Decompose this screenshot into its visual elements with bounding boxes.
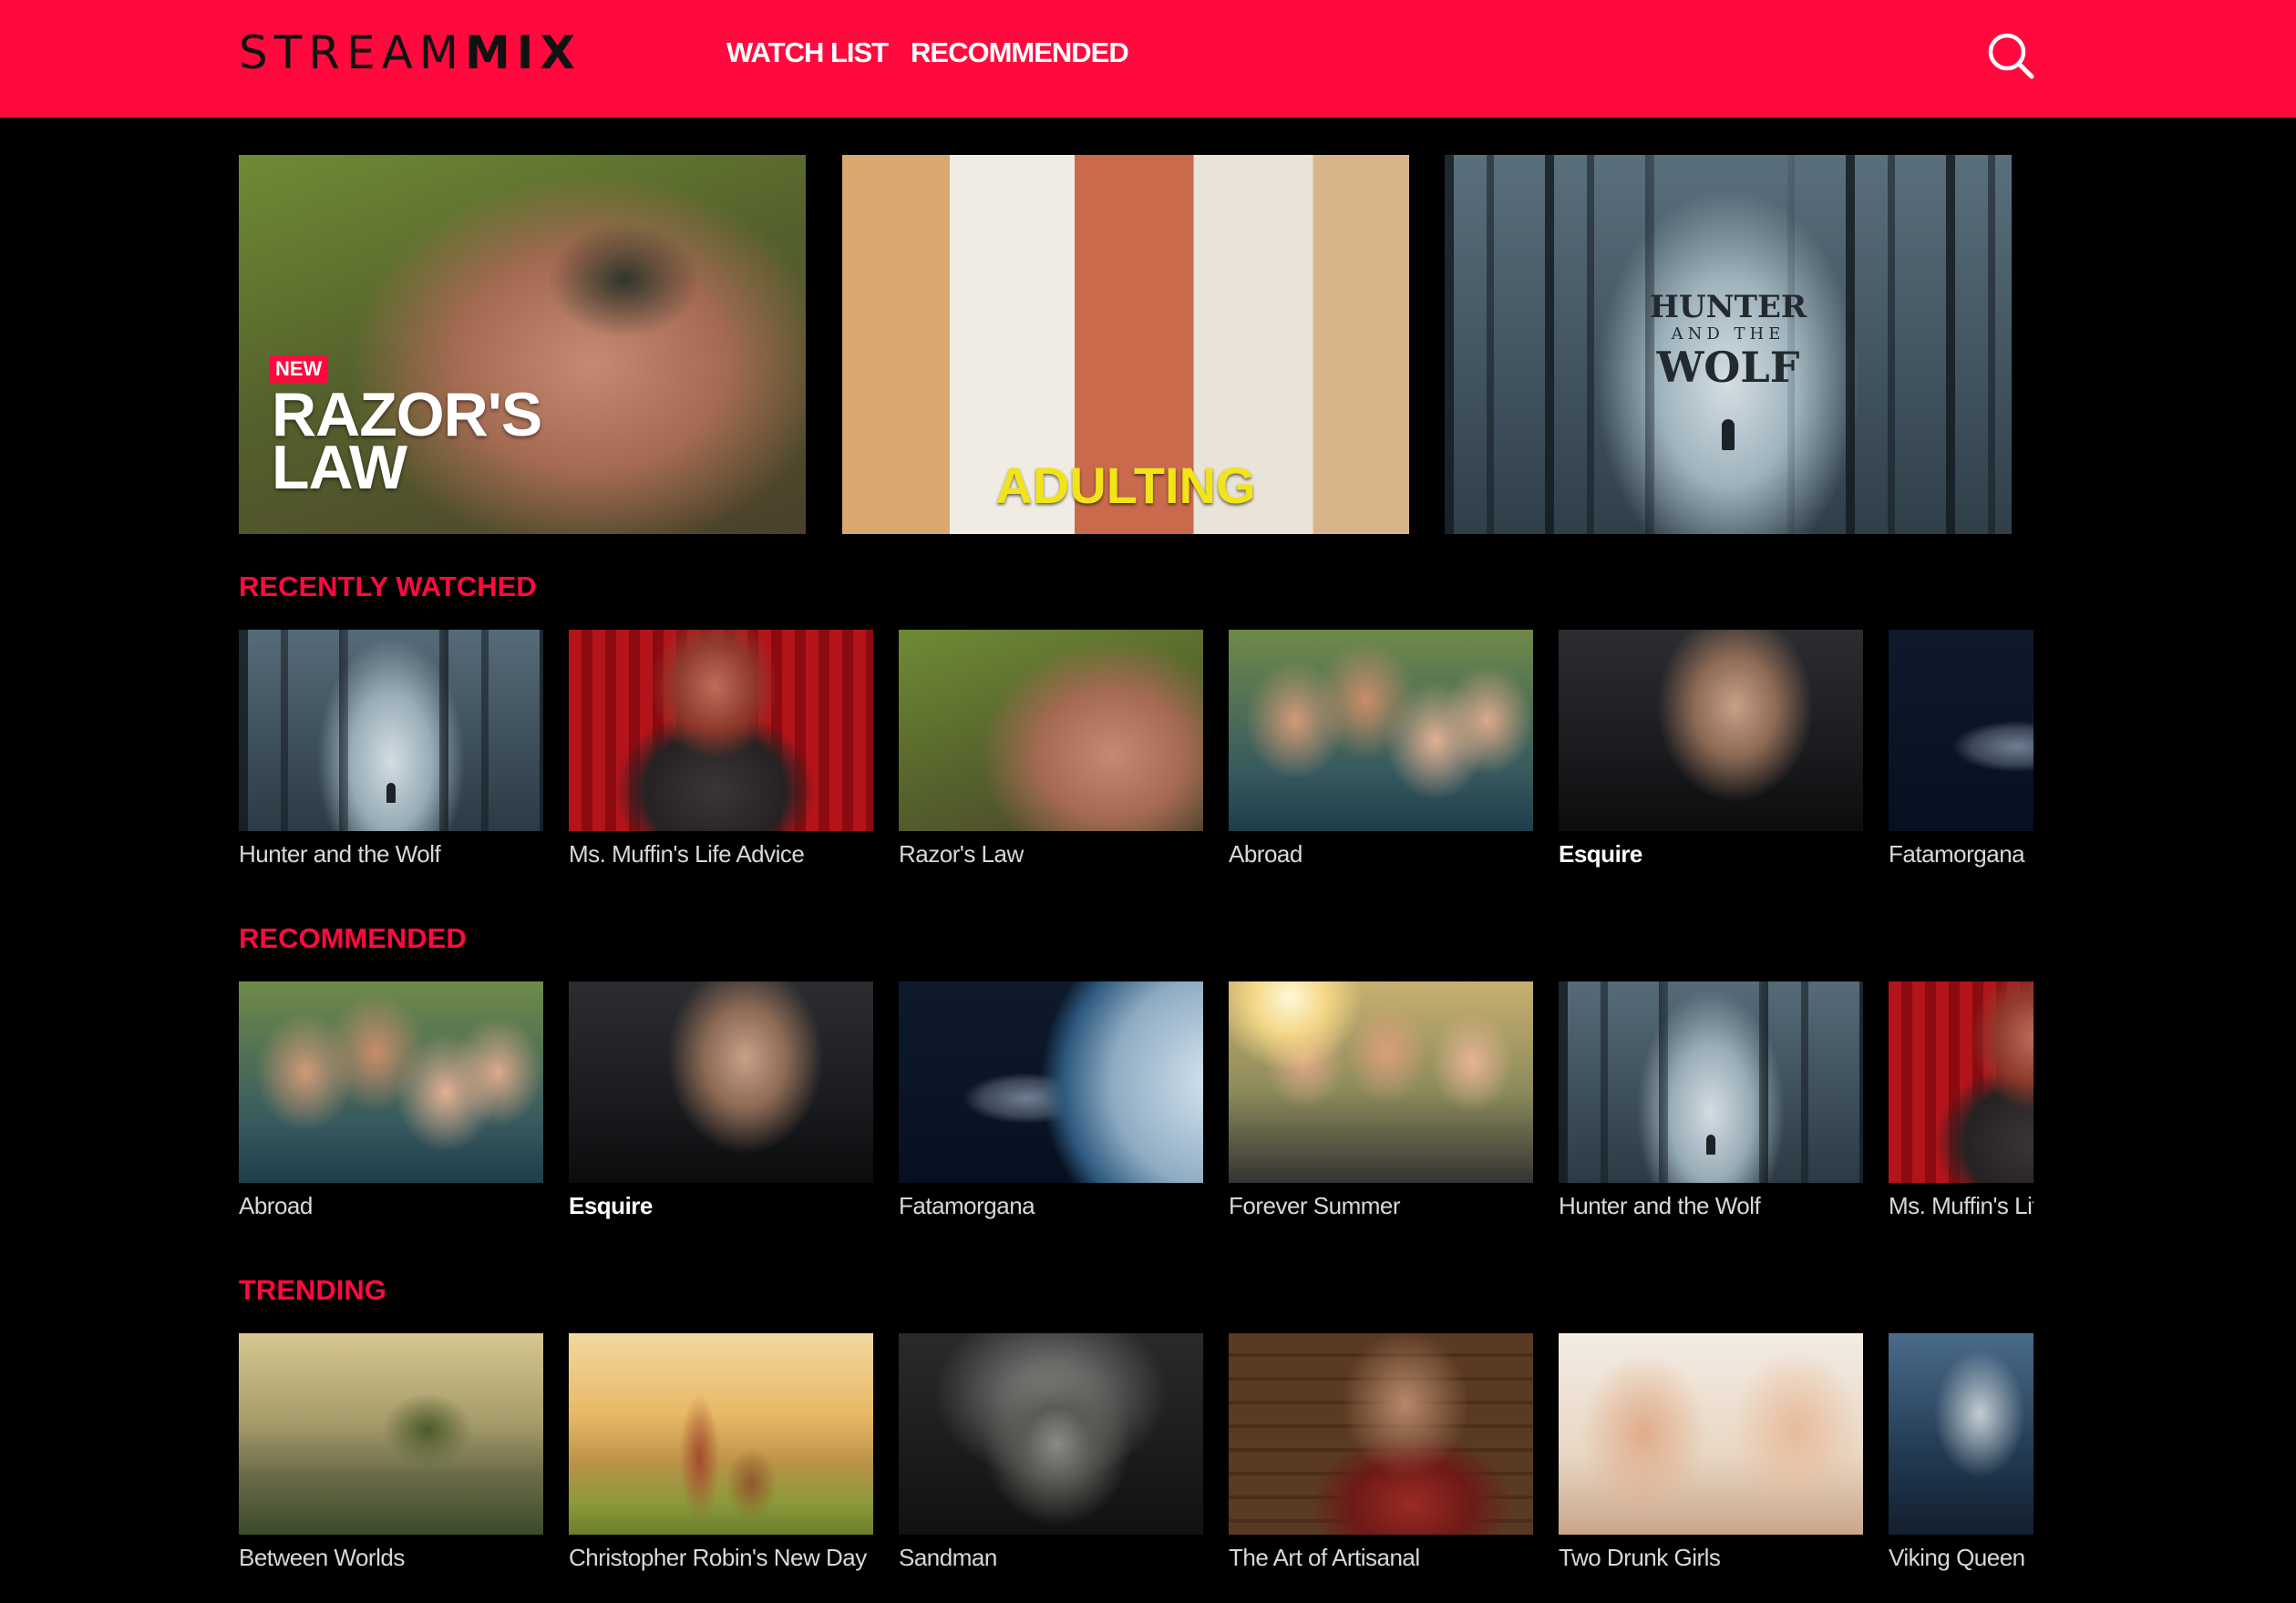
hero-title-line: WOLF: [1656, 343, 1800, 392]
title-card-label: The Art of Artisanal: [1229, 1544, 1420, 1571]
walking-figure: [1722, 419, 1735, 451]
title-card[interactable]: Hunter and the Wolf: [1559, 981, 1863, 1237]
hero-title-line: AND THE: [1671, 324, 1786, 344]
title-thumbnail: [1889, 630, 2033, 831]
title-thumbnail: [1559, 981, 1863, 1183]
title-thumbnail: [1229, 1333, 1533, 1535]
title-card[interactable]: Ms. Muffin's Life: [1889, 981, 2033, 1237]
logo-text-bold: MIX: [464, 26, 582, 79]
title-card-label: Hunter and the Wolf: [1559, 1192, 1761, 1219]
title-card-label: Esquire: [569, 1192, 653, 1219]
title-card-label: Fatamorgana: [899, 1192, 1035, 1219]
title-card[interactable]: Abroad: [1229, 630, 1533, 885]
title-thumbnail: [569, 1333, 873, 1535]
title-card-label: Forever Summer: [1229, 1192, 1401, 1219]
title-card-label: Abroad: [239, 1192, 313, 1219]
title-card[interactable]: Hunter and the Wolf: [239, 630, 543, 885]
title-card-label: Between Worlds: [239, 1544, 405, 1571]
title-thumbnail: [1889, 981, 2033, 1183]
title-thumbnail: [899, 981, 1203, 1183]
title-card[interactable]: Fatamorgana: [1889, 630, 2033, 885]
title-card-label: Razor's Law: [899, 840, 1024, 868]
title-card[interactable]: Viking Queen: [1889, 1333, 2033, 1588]
title-card[interactable]: Esquire: [569, 981, 873, 1237]
title-thumbnail: [1889, 1333, 2033, 1535]
title-card[interactable]: Christopher Robin's New Day: [569, 1333, 873, 1588]
top-navigation-bar: STREAM MIX WATCH LIST RECOMMENDED: [0, 0, 2296, 118]
streammix-logo[interactable]: STREAM MIX: [239, 26, 582, 80]
title-card[interactable]: Fatamorgana: [899, 981, 1203, 1237]
section-title-trending: TRENDING: [239, 1274, 386, 1306]
title-thumbnail: [1229, 630, 1533, 831]
nav-watch-list[interactable]: WATCH LIST: [726, 35, 889, 71]
title-card-label: Viking Queen: [1889, 1544, 2025, 1571]
hero-banner-razors-law[interactable]: NEW RAZOR'S LAW: [239, 155, 806, 534]
nav-recommended[interactable]: RECOMMENDED: [911, 35, 1129, 71]
title-card[interactable]: Razor's Law: [899, 630, 1203, 885]
title-thumbnail: [239, 630, 543, 831]
title-thumbnail: [239, 1333, 543, 1535]
title-card[interactable]: Two Drunk Girls: [1559, 1333, 1863, 1588]
section-title-recently-watched: RECENTLY WATCHED: [239, 570, 537, 602]
title-thumbnail: [1559, 630, 1863, 831]
title-thumbnail: [1229, 981, 1533, 1183]
title-thumbnail: [569, 981, 873, 1183]
title-card-label: Esquire: [1559, 840, 1642, 868]
hero-title: RAZOR'S LAW: [272, 380, 542, 502]
logo-text-light: STREAM: [239, 26, 465, 79]
hero-title: ADULTING: [995, 457, 1256, 514]
row-recommended: Abroad Esquire Fatamorgana Forever Summe…: [239, 981, 2033, 1237]
section-title-recommended: RECOMMENDED: [239, 922, 467, 954]
title-card[interactable]: Forever Summer: [1229, 981, 1533, 1237]
hero-banner-hunter-and-the-wolf[interactable]: HUNTER AND THE WOLF: [1445, 155, 2012, 534]
row-trending: Between Worlds Christopher Robin's New D…: [239, 1333, 2033, 1588]
hero-banner-adulting[interactable]: ADULTING: [842, 155, 1409, 534]
title-card-label: Sandman: [899, 1544, 997, 1571]
title-thumbnail: [239, 981, 543, 1183]
search-button[interactable]: [1985, 30, 2036, 81]
title-card-label: Hunter and the Wolf: [239, 840, 441, 868]
title-card[interactable]: Between Worlds: [239, 1333, 543, 1588]
title-card[interactable]: Sandman: [899, 1333, 1203, 1588]
title-card-label: Abroad: [1229, 840, 1302, 868]
title-thumbnail: [569, 630, 873, 831]
new-badge: NEW: [270, 355, 328, 383]
title-thumbnail: [899, 1333, 1203, 1535]
title-thumbnail: [899, 630, 1203, 831]
title-card[interactable]: Ms. Muffin's Life Advice: [569, 630, 873, 885]
row-recently-watched: Hunter and the Wolf Ms. Muffin's Life Ad…: [239, 630, 2033, 885]
hero-title: HUNTER AND THE WOLF: [1445, 292, 2012, 388]
title-thumbnail: [1559, 1333, 1863, 1535]
title-card-label: Fatamorgana: [1889, 840, 2025, 868]
hero-title-line: HUNTER: [1649, 289, 1807, 325]
search-icon: [1988, 33, 2034, 79]
title-card-label: Two Drunk Girls: [1559, 1544, 1721, 1571]
title-card-label: Christopher Robin's New Day: [569, 1544, 867, 1571]
title-card[interactable]: The Art of Artisanal: [1229, 1333, 1533, 1588]
title-card-label: Ms. Muffin's Life: [1889, 1192, 2033, 1219]
title-card[interactable]: Abroad: [239, 981, 543, 1237]
title-card[interactable]: Esquire: [1559, 630, 1863, 885]
title-card-label: Ms. Muffin's Life Advice: [569, 840, 805, 868]
